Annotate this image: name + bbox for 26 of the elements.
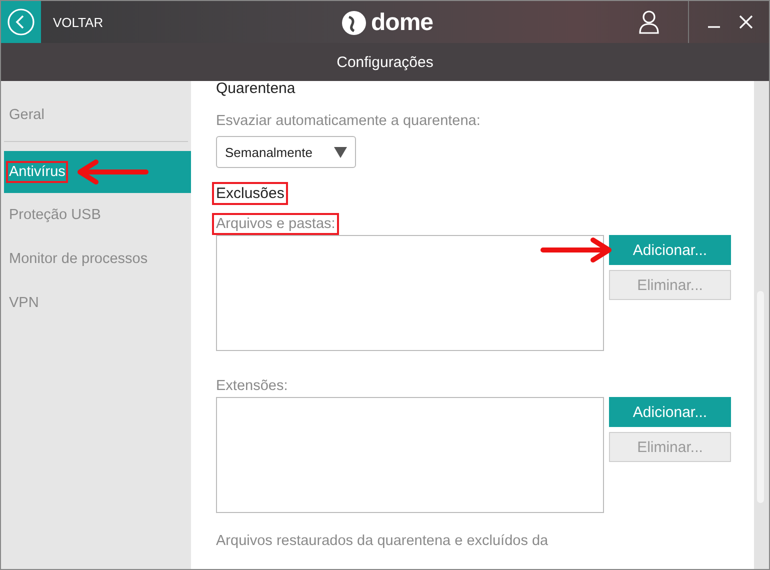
logo-icon: [341, 10, 367, 36]
add-button[interactable]: Adicionar...: [609, 235, 731, 265]
list-box[interactable]: [216, 397, 604, 513]
dropdown-caret-icon: [334, 146, 347, 158]
sidebar-item[interactable]: Monitor de processos: [1, 237, 191, 281]
list-box[interactable]: [216, 235, 604, 351]
field-label: Extensões:: [215, 377, 289, 395]
close-icon[interactable]: [739, 15, 753, 29]
sidebar-item[interactable]: Proteção USB: [1, 193, 191, 237]
section-heading: Quarentena: [215, 81, 296, 98]
highlight-frame: Antivírus: [8, 163, 66, 181]
field-label: Arquivos e pastas:: [214, 215, 338, 233]
logo-text: dome: [371, 9, 434, 37]
section-heading: Exclusões: [214, 184, 286, 203]
back-button[interactable]: [1, 1, 41, 43]
sidebar-item[interactable]: Antivírus: [4, 151, 191, 193]
description-text: Arquivos restaurados da quarentena e excluídos da: [216, 533, 550, 549]
page-title: Configurações: [336, 54, 434, 70]
scrollbar[interactable]: [754, 81, 769, 569]
add-button[interactable]: Adicionar...: [609, 397, 731, 427]
field-label: Esvaziar automaticamente a quarentena:: [215, 112, 482, 130]
back-label[interactable]: VOLTAR: [53, 14, 104, 30]
user-icon[interactable]: [638, 10, 660, 34]
sidebar-item[interactable]: VPN: [1, 281, 191, 325]
frequency-dropdown[interactable]: Semanalmente: [216, 136, 356, 168]
sidebar-item[interactable]: Geral: [1, 93, 191, 137]
